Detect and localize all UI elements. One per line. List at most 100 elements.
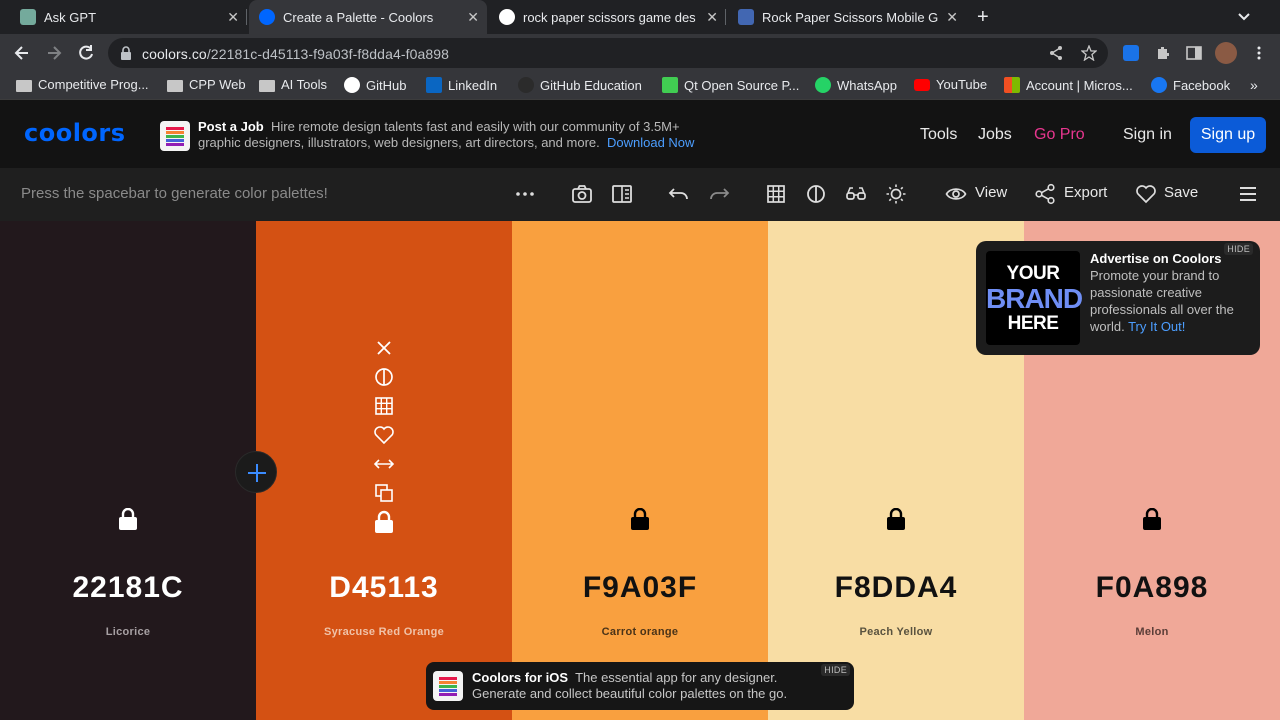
nav-tools[interactable]: Tools	[920, 126, 957, 144]
close-icon[interactable]: ✕	[227, 9, 239, 26]
share-icon[interactable]	[1048, 45, 1064, 61]
color-name: Peach Yellow	[859, 626, 933, 638]
palette: 22181C Licorice D45113 Syracuse Red Oran…	[0, 221, 1280, 720]
facebook-icon	[1151, 77, 1167, 93]
tab-coolors[interactable]: Create a Palette - Coolors ✕	[249, 0, 487, 34]
grid-icon[interactable]	[765, 183, 787, 205]
palette-app-icon	[160, 121, 190, 151]
ad-image-text: HERE	[1007, 313, 1059, 334]
bookmark-youtube[interactable]: YouTube	[914, 77, 987, 92]
address-bar[interactable]: coolors.co/22181c-d45113-f9a03f-f8dda4-f…	[108, 38, 1108, 68]
side-panel-icon[interactable]	[1186, 45, 1202, 61]
hide-ad-button[interactable]: HIDE	[1224, 243, 1253, 255]
menu-icon[interactable]	[1237, 183, 1259, 205]
hex-code[interactable]: F8DDA4	[768, 571, 1024, 605]
post-job-promo: Post a Job Hire remote design talents fa…	[198, 119, 698, 151]
glasses-icon[interactable]	[845, 183, 867, 205]
share-icon[interactable]	[1034, 183, 1056, 205]
contrast-icon[interactable]	[372, 365, 396, 389]
hide-ios-banner-button[interactable]: HIDE	[821, 664, 850, 676]
google-icon	[499, 9, 515, 25]
heart-icon[interactable]	[372, 423, 396, 447]
advertise-text: Advertise on Coolors Promote your brand …	[1090, 250, 1250, 335]
close-icon[interactable]	[372, 336, 396, 360]
tab-ask-gpt[interactable]: Ask GPT ✕	[0, 0, 247, 34]
bookmark-github[interactable]: GitHub	[344, 77, 406, 93]
camera-icon[interactable]	[571, 183, 593, 205]
bookmark-label: Facebook	[1173, 77, 1231, 93]
export-button[interactable]: Export	[1064, 184, 1107, 201]
chatgpt-icon	[20, 9, 36, 25]
bookmark-whatsapp[interactable]: WhatsApp	[815, 77, 897, 93]
new-tab-icon[interactable]: +	[977, 6, 989, 29]
sign-up-button[interactable]: Sign up	[1190, 117, 1266, 153]
close-icon[interactable]: ✕	[946, 9, 958, 26]
tab-rock-paper-facebook[interactable]: Rock Paper Scissors Mobile G ✕	[728, 0, 966, 34]
hex-code[interactable]: D45113	[256, 571, 512, 605]
hex-code[interactable]: 22181C	[0, 571, 256, 605]
try-it-out-link[interactable]: Try It Out!	[1128, 319, 1185, 334]
sign-in-link[interactable]: Sign in	[1123, 126, 1172, 144]
copy-icon[interactable]	[372, 481, 396, 505]
lock-icon[interactable]	[118, 508, 138, 530]
bookmark-qt[interactable]: Qt Open Source P...	[662, 77, 799, 93]
star-icon[interactable]	[1081, 45, 1097, 61]
bookmark-linkedin[interactable]: LinkedIn	[426, 77, 497, 93]
lock-icon[interactable]	[1142, 508, 1162, 530]
chevron-down-icon[interactable]	[1236, 9, 1252, 25]
undo-icon[interactable]	[668, 183, 690, 205]
more-vert-icon[interactable]	[1251, 45, 1267, 61]
contrast-icon[interactable]	[805, 183, 827, 205]
lock-icon[interactable]	[886, 508, 906, 530]
bookmark-label: CPP Web	[189, 77, 246, 92]
bookmark-github-education[interactable]: GitHub Education	[518, 77, 642, 93]
column-action-icons	[372, 336, 396, 539]
brand-ad-image[interactable]: YOUR BRAND HERE	[986, 251, 1083, 345]
download-now-link[interactable]: Download Now	[607, 135, 694, 150]
close-icon[interactable]: ✕	[467, 9, 479, 26]
palette-color-column[interactable]: D45113 Syracuse Red Orange	[256, 221, 512, 720]
nav-go-pro[interactable]: Go Pro	[1034, 126, 1085, 144]
folder-icon	[259, 79, 275, 92]
hex-code[interactable]: F9A03F	[512, 571, 768, 605]
split-view-icon[interactable]	[611, 183, 633, 205]
redo-icon[interactable]	[708, 183, 730, 205]
coolors-logo[interactable]: coolors	[24, 119, 126, 147]
heart-icon[interactable]	[1135, 183, 1157, 205]
hex-code[interactable]: F0A898	[1024, 571, 1280, 605]
extension-icon[interactable]	[1123, 45, 1139, 61]
palette-color-column[interactable]: 22181C Licorice	[0, 221, 256, 720]
drag-horizontal-icon[interactable]	[372, 452, 396, 476]
bookmark-competitive-prog[interactable]: Competitive Prog...	[16, 77, 149, 92]
coolors-icon	[259, 9, 275, 25]
bookmarks-overflow-icon[interactable]: »	[1250, 77, 1258, 93]
forward-icon[interactable]	[44, 43, 64, 63]
reload-icon[interactable]	[76, 43, 96, 63]
folder-icon	[16, 79, 32, 92]
more-horiz-icon[interactable]	[514, 183, 536, 205]
post-job-title: Post a Job	[198, 119, 264, 134]
bookmark-microsoft[interactable]: Account | Micros...	[1004, 77, 1133, 93]
save-button[interactable]: Save	[1164, 184, 1198, 201]
view-button[interactable]: View	[975, 184, 1007, 201]
facebook-icon	[738, 9, 754, 25]
nav-jobs[interactable]: Jobs	[978, 126, 1012, 144]
avatar[interactable]	[1215, 42, 1237, 64]
lock-icon[interactable]	[372, 510, 396, 534]
tab-rock-paper-search[interactable]: rock paper scissors game des ✕	[489, 0, 726, 34]
lock-icon[interactable]	[630, 508, 650, 530]
add-color-button[interactable]	[235, 451, 277, 493]
grid-icon[interactable]	[372, 394, 396, 418]
tab-title: Ask GPT	[44, 9, 97, 25]
eye-icon[interactable]	[945, 183, 967, 205]
bookmark-cpp-web[interactable]: CPP Web	[167, 77, 246, 92]
bookmark-label: YouTube	[936, 77, 988, 92]
close-icon[interactable]: ✕	[706, 9, 718, 26]
palette-color-column[interactable]: F9A03F Carrot orange	[512, 221, 768, 720]
ios-banner-text[interactable]: Coolors for iOS The essential app for an…	[472, 670, 832, 702]
bookmark-ai-tools[interactable]: AI Tools	[259, 77, 327, 92]
puzzle-icon[interactable]	[1155, 45, 1171, 61]
brightness-icon[interactable]	[885, 183, 907, 205]
back-icon[interactable]	[12, 43, 32, 63]
bookmark-facebook[interactable]: Facebook	[1151, 77, 1230, 93]
